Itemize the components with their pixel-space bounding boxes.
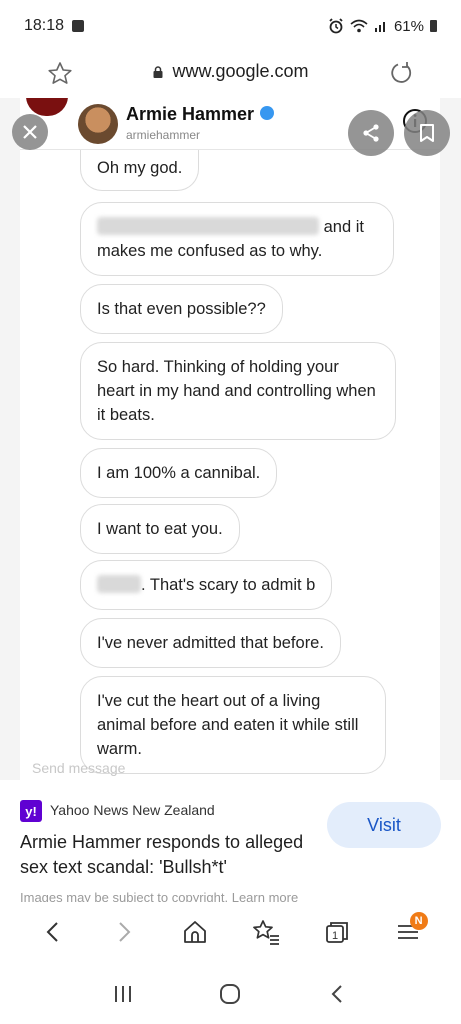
forward-button[interactable]: [104, 912, 144, 952]
tabs-button[interactable]: 1: [317, 912, 357, 952]
home-icon: [184, 921, 206, 943]
lock-icon: [153, 66, 163, 78]
status-time: 18:18: [24, 17, 65, 34]
menu-notification-badge: N: [409, 912, 428, 930]
system-navigation-bar: [0, 964, 461, 1024]
close-button[interactable]: [12, 114, 48, 150]
url-text: www.google.com: [172, 61, 309, 81]
message-bubble: I want to eat you.: [80, 504, 240, 554]
redacted-text: [97, 217, 319, 235]
message-bubble: I've never admitted that before.: [80, 618, 341, 668]
battery-icon: [430, 20, 437, 32]
visit-button[interactable]: Visit: [327, 802, 441, 848]
screenshot-image: Armie Hammer armiehammer Oh my god. and …: [20, 98, 440, 780]
message-bubble: and it makes me confused as to why.: [80, 202, 394, 276]
share-button[interactable]: [348, 110, 394, 156]
browser-url-bar: www.google.com: [0, 52, 461, 96]
signal-icon: [374, 22, 385, 32]
redacted-text: [97, 575, 141, 593]
home-button[interactable]: [175, 912, 215, 952]
message-text: Is that even possible??: [97, 300, 266, 318]
back-button[interactable]: [33, 912, 73, 952]
source-title[interactable]: Armie Hammer responds to alleged sex tex…: [20, 830, 320, 880]
home-system-icon[interactable]: [218, 982, 242, 1006]
browser-toolbar: 1 N: [0, 904, 461, 960]
battery-percent: 61%: [393, 17, 424, 35]
message-bubble: So hard. Thinking of holding your heart …: [80, 342, 396, 440]
reload-icon[interactable]: [387, 59, 415, 87]
menu-button[interactable]: N: [388, 912, 428, 952]
share-icon: [363, 124, 379, 142]
message-text: . That's scary to admit b: [141, 576, 316, 594]
notification-icon: [72, 20, 85, 32]
tabs-icon: 1: [325, 922, 348, 943]
bookmark-icon: [420, 124, 434, 142]
dm-contact-handle: armiehammer: [126, 128, 201, 142]
back-icon: [46, 922, 59, 942]
status-icons: 61%: [328, 18, 437, 35]
send-message-row: Send message: [20, 760, 440, 780]
close-icon: [23, 125, 37, 139]
recent-apps-icon[interactable]: [112, 983, 134, 1005]
save-image-button[interactable]: [404, 110, 450, 156]
message-bubble: Oh my god.: [80, 150, 200, 191]
message-text: makes me confused as to why.: [97, 242, 323, 260]
send-placeholder: Send message: [32, 760, 126, 776]
avatar: [78, 104, 118, 144]
message-bubble: Is that even possible??: [80, 284, 283, 334]
source-site-name: Yahoo News New Zealand: [50, 802, 215, 818]
bookmarks-button[interactable]: [246, 912, 286, 952]
verified-badge-icon: [260, 106, 275, 120]
contact-name-text: Armie Hammer: [126, 104, 255, 124]
alarm-icon: [329, 18, 343, 34]
back-system-icon[interactable]: [327, 983, 349, 1005]
tabs-count: 1: [332, 930, 338, 942]
image-viewer[interactable]: Armie Hammer armiehammer Oh my god. and …: [0, 98, 461, 780]
copyright-notice[interactable]: Images may be subject to copyright. Lear…: [20, 890, 350, 902]
message-bubble: I am 100% a cannibal.: [80, 448, 278, 498]
wifi-icon: [350, 19, 368, 33]
message-text: Oh my god.: [97, 159, 183, 177]
message-text: I've never admitted that before.: [97, 634, 324, 652]
message-text: I want to eat you.: [97, 520, 223, 538]
message-text: I've cut the heart out of a living anima…: [97, 692, 359, 758]
forward-icon: [119, 922, 131, 942]
message-text: and it: [323, 218, 364, 236]
dm-contact-name: Armie Hammer: [126, 104, 275, 125]
bookmarks-star-list-icon: [253, 920, 279, 945]
status-bar: 18:18 61%: [0, 0, 461, 52]
image-source-panel: y! Yahoo News New Zealand Armie Hammer r…: [0, 780, 461, 904]
yahoo-logo-icon: y!: [20, 800, 42, 822]
message-text: I am 100% a cannibal.: [97, 464, 261, 482]
message-bubble: . That's scary to admit b: [80, 560, 333, 610]
message-text: So hard. Thinking of holding your heart …: [97, 358, 376, 424]
